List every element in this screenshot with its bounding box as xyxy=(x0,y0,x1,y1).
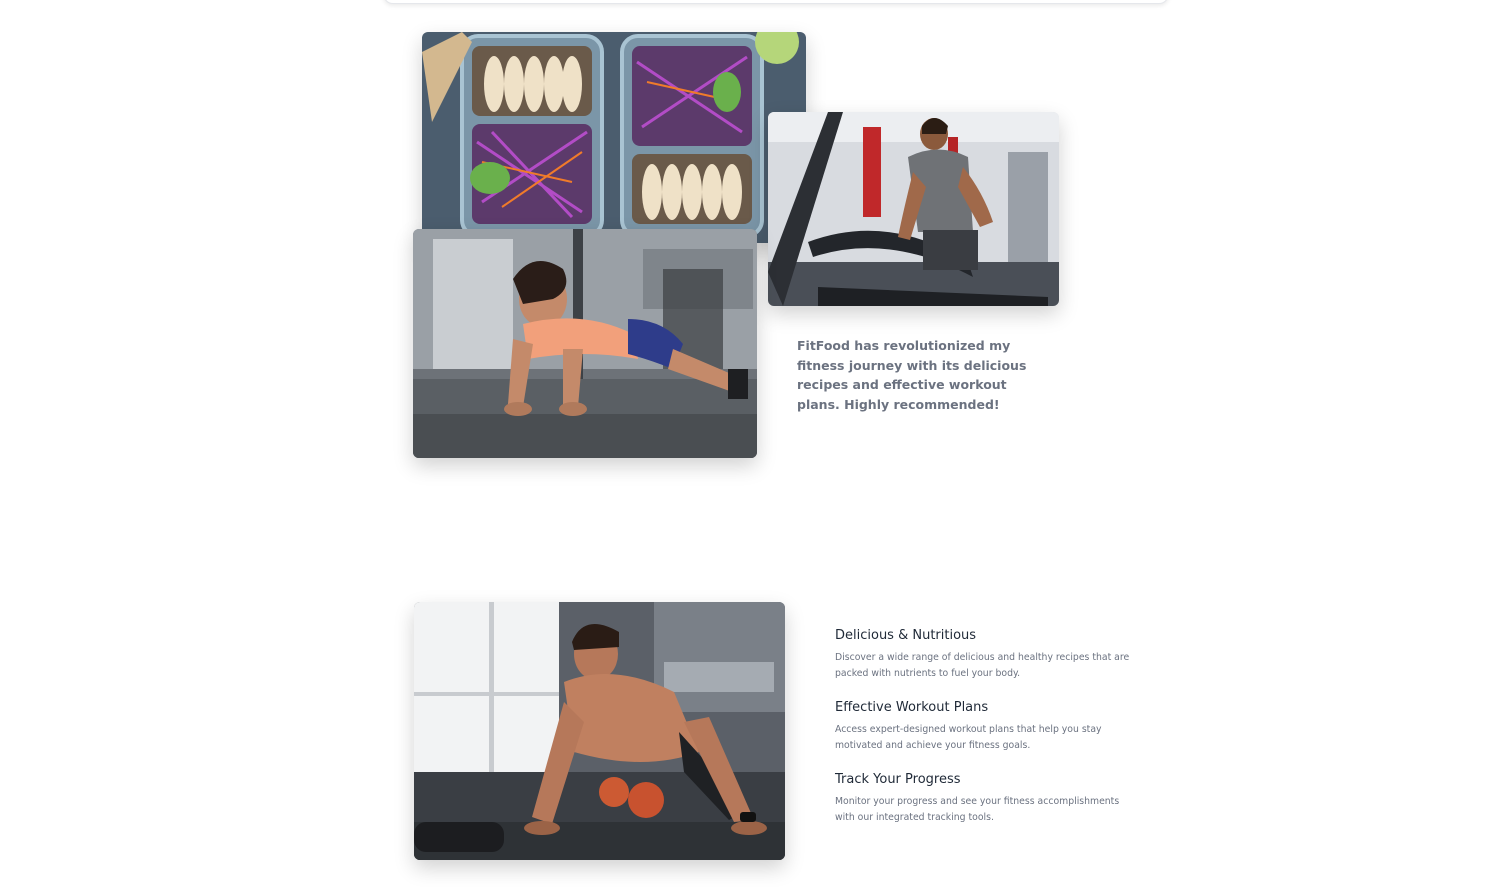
man-pushup-photo xyxy=(414,602,785,860)
feature-title: Effective Workout Plans xyxy=(835,700,989,715)
feature-description: Access expert-designed workout plans tha… xyxy=(835,724,1102,751)
treadmill-runner-photo xyxy=(768,112,1059,306)
page: FitFood has revolutionized my fitness jo… xyxy=(0,0,1501,887)
feature-item: Effective Workout Plans Access expert-de… xyxy=(835,700,1135,754)
feature-title: Delicious & Nutritious xyxy=(835,628,977,643)
testimonial-quote: FitFood has revolutionized my fitness jo… xyxy=(797,338,1027,412)
top-card-edge xyxy=(383,0,1169,4)
features-list: Delicious & Nutritious Discover a wide r… xyxy=(835,628,1135,844)
meal-prep-photo xyxy=(422,32,806,243)
woman-plank-photo xyxy=(413,229,757,458)
feature-description: Discover a wide range of delicious and h… xyxy=(835,652,1130,679)
feature-item: Delicious & Nutritious Discover a wide r… xyxy=(835,628,1135,682)
feature-item: Track Your Progress Monitor your progres… xyxy=(835,772,1135,826)
feature-description: Monitor your progress and see your fitne… xyxy=(835,796,1120,823)
feature-title: Track Your Progress xyxy=(835,772,961,787)
